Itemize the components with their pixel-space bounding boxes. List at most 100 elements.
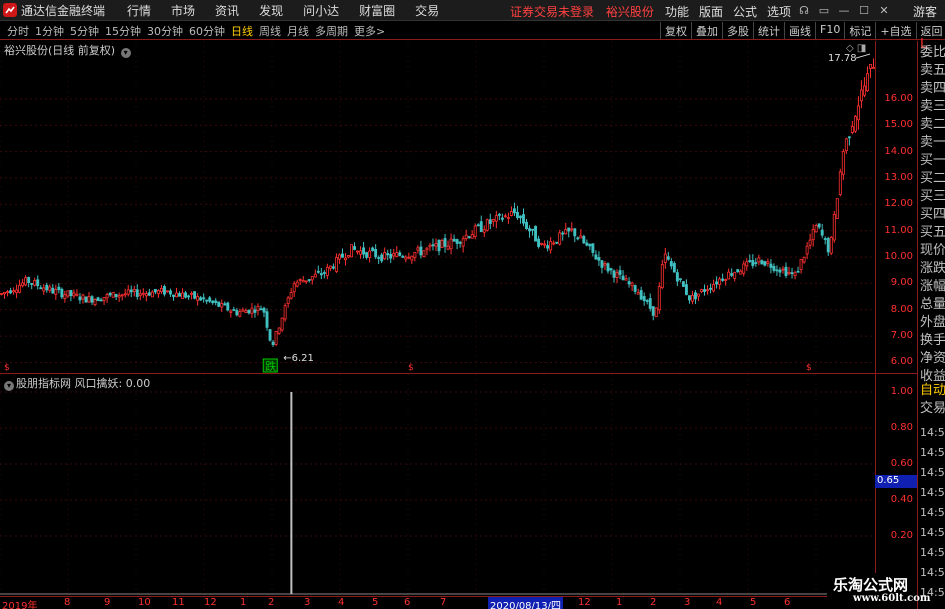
close-icon[interactable]: ✕ bbox=[874, 2, 894, 18]
candle-body bbox=[443, 238, 447, 247]
price-tick-label: 8.00 bbox=[890, 303, 913, 315]
dividend-marker-icon[interactable]: $ bbox=[4, 363, 10, 373]
maximize-icon[interactable]: ☐ bbox=[854, 2, 874, 18]
candle-body bbox=[250, 307, 254, 314]
candle-body bbox=[461, 238, 465, 247]
candle-body bbox=[832, 214, 836, 241]
candle-body bbox=[681, 281, 685, 287]
candle-body bbox=[262, 307, 266, 313]
candle-body bbox=[618, 270, 622, 275]
right-menu-item-1[interactable]: 版面 bbox=[694, 3, 728, 20]
candle-body bbox=[639, 290, 643, 300]
candle-body bbox=[298, 279, 302, 281]
candle-body bbox=[811, 229, 815, 241]
toolbar-button-5[interactable]: F10 bbox=[815, 22, 844, 39]
candle-body bbox=[866, 73, 869, 92]
candle-body bbox=[540, 242, 544, 245]
candle-body bbox=[208, 297, 212, 302]
trade-login-status[interactable]: 证券交易未登录 bbox=[510, 5, 594, 19]
toolbar-button-4[interactable]: 画线 bbox=[784, 22, 815, 39]
toolbar-button-3[interactable]: 统计 bbox=[753, 22, 784, 39]
candle-body bbox=[853, 116, 857, 132]
candle-body bbox=[232, 309, 236, 311]
period-tab-6[interactable]: 日线 bbox=[228, 23, 256, 39]
period-tab-2[interactable]: 5分钟 bbox=[67, 23, 102, 39]
candle-body bbox=[96, 297, 100, 302]
toolbar-button-6[interactable]: 标记 bbox=[844, 22, 875, 39]
candle-body bbox=[730, 273, 734, 276]
toolbar-button-2[interactable]: 多股 bbox=[722, 22, 753, 39]
indicator-chart[interactable] bbox=[0, 374, 875, 596]
menu-item-0[interactable]: 行情 bbox=[117, 2, 161, 19]
period-tab-4[interactable]: 30分钟 bbox=[144, 23, 186, 39]
dividend-marker-icon[interactable]: $ bbox=[408, 363, 414, 373]
candle-body bbox=[850, 126, 854, 133]
login-notice[interactable]: 证券交易未登录 裕兴股份 bbox=[510, 3, 654, 20]
period-tab-3[interactable]: 15分钟 bbox=[102, 23, 144, 39]
menu-item-1[interactable]: 市场 bbox=[161, 2, 205, 19]
period-tab-0[interactable]: 分时 bbox=[4, 23, 32, 39]
side-label-1: 委比 bbox=[920, 45, 945, 60]
dividend-marker-icon[interactable]: $ bbox=[806, 363, 812, 373]
candle-body bbox=[691, 295, 694, 302]
candle-body bbox=[820, 229, 824, 236]
candle-body bbox=[316, 270, 320, 273]
candle-body bbox=[102, 297, 106, 302]
menu-item-4[interactable]: 问小达 bbox=[293, 2, 349, 19]
window-icon[interactable]: ▭ bbox=[814, 2, 834, 18]
right-menu-item-0[interactable]: 功能 bbox=[660, 3, 694, 20]
candle-body bbox=[440, 240, 444, 248]
right-menu-item-3[interactable]: 选项 bbox=[762, 3, 796, 20]
period-tab-9[interactable]: 多周期 bbox=[312, 23, 351, 39]
indicator-chevron-icon[interactable]: ▾ bbox=[4, 381, 14, 391]
candle-body bbox=[81, 294, 85, 300]
candlestick-chart[interactable]: 17.78 ←6.21 跌 $ $ $ bbox=[0, 41, 875, 373]
side-label-13: 涨跌 bbox=[920, 261, 945, 276]
side-label-11: 买五 bbox=[920, 225, 945, 240]
candle-body bbox=[126, 289, 130, 295]
menu-item-2[interactable]: 资讯 bbox=[205, 2, 249, 19]
period-tab-8[interactable]: 月线 bbox=[284, 23, 312, 39]
right-menu-item-2[interactable]: 公式 bbox=[728, 3, 762, 20]
candle-body bbox=[371, 247, 375, 251]
toolbar-button-0[interactable]: 复权 bbox=[660, 22, 691, 39]
period-tab-7[interactable]: 周线 bbox=[256, 23, 284, 39]
menu-item-5[interactable]: 财富圈 bbox=[349, 2, 405, 19]
candle-body bbox=[87, 296, 91, 303]
candle-body bbox=[33, 280, 37, 286]
menu-item-3[interactable]: 发现 bbox=[249, 2, 293, 19]
candle-body bbox=[350, 244, 353, 258]
candle-body bbox=[193, 291, 197, 299]
panel-icon[interactable]: ◨ bbox=[857, 43, 866, 54]
candle-body bbox=[159, 287, 163, 293]
headset-icon[interactable]: ☊ bbox=[794, 2, 814, 18]
candle-body bbox=[555, 241, 559, 244]
menu-item-6[interactable]: 交易 bbox=[405, 2, 449, 19]
candle-body bbox=[325, 266, 329, 276]
candle-body bbox=[256, 305, 260, 312]
candle-body bbox=[169, 290, 172, 295]
candle-body bbox=[621, 275, 625, 281]
toolbar-button-1[interactable]: 叠加 bbox=[691, 22, 722, 39]
current-stock-name[interactable]: 裕兴股份 bbox=[606, 5, 654, 19]
candle-body bbox=[356, 250, 359, 253]
period-tab-5[interactable]: 60分钟 bbox=[186, 23, 228, 39]
candle-body bbox=[422, 250, 426, 257]
toolbar-button-7[interactable]: +自选 bbox=[875, 22, 915, 39]
candle-body bbox=[271, 341, 275, 345]
candle-body bbox=[274, 331, 278, 345]
candle-body bbox=[428, 244, 432, 248]
candle-body bbox=[793, 272, 797, 276]
chevron-down-icon[interactable]: ▾ bbox=[120, 48, 131, 58]
event-badge-label[interactable]: 跌 bbox=[265, 359, 276, 373]
candle-body bbox=[368, 250, 372, 258]
guest-login[interactable]: 游客 bbox=[913, 3, 937, 20]
period-tab-10[interactable]: 更多> bbox=[351, 23, 388, 39]
side-label-16: 外盘 bbox=[920, 315, 945, 330]
candle-body bbox=[72, 292, 76, 297]
diamond-icon[interactable]: ◇ bbox=[846, 43, 854, 54]
side-label-2: 卖五 bbox=[920, 63, 945, 78]
minimize-icon[interactable]: — bbox=[834, 2, 854, 18]
price-tick-label: 10.00 bbox=[884, 251, 913, 263]
period-tab-1[interactable]: 1分钟 bbox=[32, 23, 67, 39]
